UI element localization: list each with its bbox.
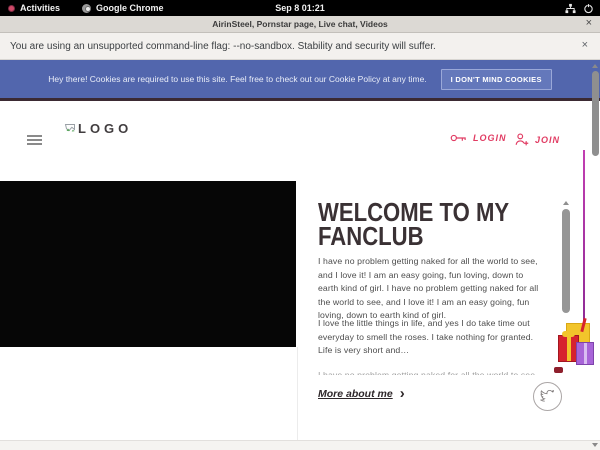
key-icon [450, 132, 467, 144]
activities-label: Activities [20, 3, 60, 13]
login-button[interactable]: LOGIN [450, 132, 507, 144]
cookie-banner: Hey there! Cookies are required to use t… [0, 60, 600, 98]
clock-label: Sep 8 01:21 [275, 3, 325, 13]
browser-scrollbar[interactable] [590, 60, 600, 450]
gnome-top-bar: Activities Google Chrome Sep 8 01:21 [0, 0, 600, 16]
fanclub-paragraph-2: I love the little things in life, and ye… [318, 317, 545, 358]
more-about-me-label: More about me [318, 388, 393, 400]
scrollbar-thumb[interactable] [592, 71, 599, 156]
column-divider [297, 347, 298, 440]
page-viewport: Hey there! Cookies are required to use t… [0, 60, 600, 450]
panel-scroll-up-arrow[interactable] [563, 201, 569, 205]
site-header: LOGO LOGIN JOIN [0, 101, 600, 180]
activities-button[interactable]: Activities [8, 0, 60, 16]
clock[interactable]: Sep 8 01:21 [275, 0, 325, 16]
scroll-up-arrow[interactable] [592, 64, 598, 68]
infobar-close-button[interactable]: × [582, 39, 588, 51]
chrome-icon [82, 4, 91, 13]
login-label: LOGIN [473, 133, 507, 143]
hero-media-placeholder[interactable] [0, 181, 296, 347]
power-icon [583, 3, 594, 14]
page-bottom-strip [0, 440, 600, 450]
user-plus-icon [514, 132, 529, 147]
desktop-screenshot: Activities Google Chrome Sep 8 01:21 [0, 0, 600, 450]
network-icon [565, 3, 576, 14]
app-name-label: Google Chrome [96, 3, 164, 13]
menu-hamburger-icon[interactable] [27, 135, 42, 145]
gift-streamer-pole [583, 150, 585, 330]
cookie-accept-button[interactable]: I DON'T MIND COOKIES [441, 69, 552, 90]
network-indicator[interactable] [565, 0, 576, 16]
twitter-link[interactable] [533, 382, 562, 411]
site-logo[interactable]: LOGO [64, 121, 132, 136]
chevron-right-icon: › [400, 389, 405, 399]
cookie-message: Hey there! Cookies are required to use t… [48, 74, 426, 84]
app-menu[interactable]: Google Chrome [82, 0, 164, 16]
fanclub-paragraph-3-clipped: I have no problem getting naked for all … [318, 369, 545, 375]
join-button[interactable]: JOIN [514, 132, 560, 147]
window-title-bar[interactable]: AirinSteel, Pornstar page, Live chat, Vi… [0, 16, 600, 33]
infobar-message: You are using an unsupported command-lin… [10, 41, 436, 52]
broken-image-icon [64, 123, 77, 136]
fanclub-paragraph-1: I have no problem getting naked for all … [318, 255, 545, 323]
recording-indicator-icon [8, 5, 15, 12]
fanclub-heading: WELCOME TO MY FANCLUB [318, 200, 556, 248]
chrome-infobar: You are using an unsupported command-lin… [0, 33, 600, 60]
scroll-down-arrow[interactable] [592, 443, 598, 447]
join-label: JOIN [535, 135, 560, 145]
panel-scrollbar-thumb[interactable] [562, 209, 570, 313]
window-close-button[interactable]: × [586, 17, 592, 29]
window-title: AirinSteel, Pornstar page, Live chat, Vi… [212, 19, 388, 29]
twitter-bird-icon [540, 390, 555, 403]
power-menu[interactable] [583, 0, 594, 16]
gift-bow-icon [554, 367, 563, 373]
more-about-me-link[interactable]: More about me › [318, 388, 405, 400]
logo-label: LOGO [78, 121, 132, 136]
